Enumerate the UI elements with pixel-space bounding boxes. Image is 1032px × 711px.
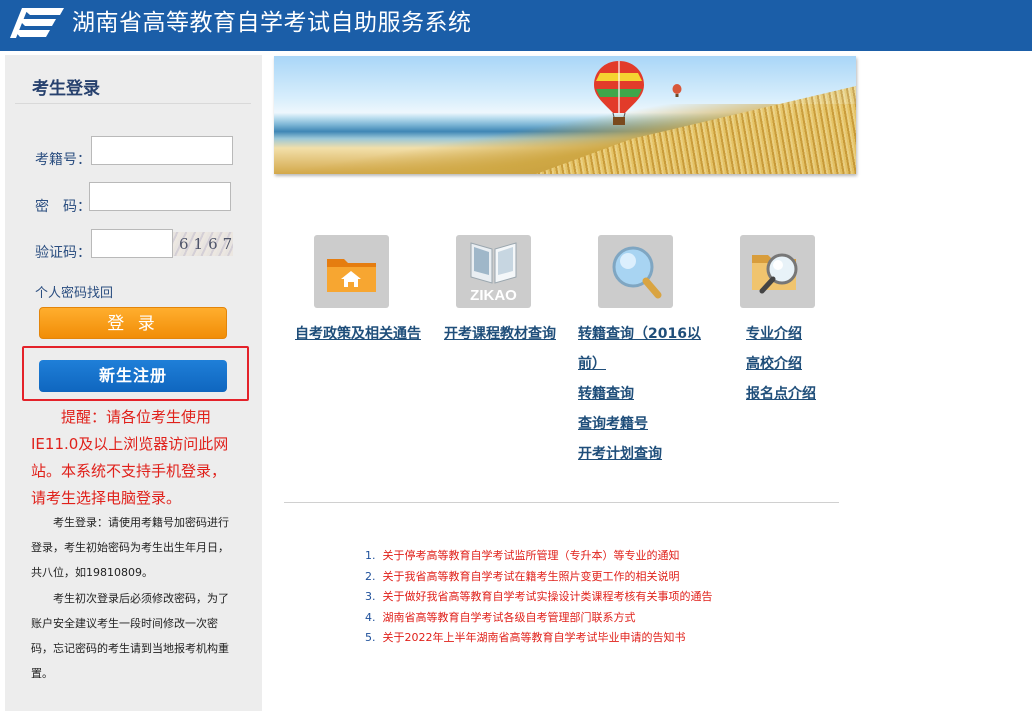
captcha-image[interactable]: 6167 bbox=[173, 232, 233, 256]
transfer-query-before-2016-link-cont[interactable]: 前） bbox=[578, 349, 606, 379]
major-tile[interactable] bbox=[740, 235, 815, 308]
content-divider bbox=[284, 502, 839, 503]
news-item[interactable]: 1. 关于停考高等教育自学考试监所管理（专升本）等专业的通知 bbox=[365, 546, 713, 567]
news-number: 5. bbox=[365, 631, 376, 644]
folder-search-icon bbox=[752, 253, 798, 294]
captcha-label: 验证码： bbox=[35, 245, 91, 261]
transfer-query-link[interactable]: 转籍查询 bbox=[578, 379, 634, 409]
login-title: 考生登录 bbox=[32, 79, 100, 99]
exam-logo-icon bbox=[10, 8, 64, 38]
folder-home-icon bbox=[327, 259, 376, 292]
news-number: 2. bbox=[365, 569, 376, 583]
zikao-book-icon: ZIKAO bbox=[470, 242, 517, 304]
policy-notice-link[interactable]: 自考政策及相关通告 bbox=[295, 319, 421, 349]
college-intro-link[interactable]: 高校介绍 bbox=[746, 349, 802, 379]
password-label: 密 码： bbox=[35, 199, 91, 215]
major-intro-link[interactable]: 专业介绍 bbox=[746, 319, 802, 349]
news-item[interactable]: 3. 关于做好我省高等教育自学考试实操设计类课程考核有关事项的通告 bbox=[365, 587, 713, 608]
news-item[interactable]: 5. 关于2022年上半年湖南省高等教育自学考试毕业申请的告知书 bbox=[365, 628, 713, 649]
password-input[interactable] bbox=[89, 182, 231, 211]
hot-air-balloon-icon bbox=[594, 61, 644, 125]
news-title[interactable]: 关于我省高等教育自学考试在籍考生照片变更工作的相关说明 bbox=[383, 570, 680, 583]
transfer-tile[interactable] bbox=[598, 235, 673, 308]
small-balloon-icon bbox=[672, 84, 682, 97]
login-divider bbox=[15, 103, 251, 104]
login-sidebar: 考生登录 考籍号： 密 码： 验证码： 6167 个人密码找回 登 录 新生注册… bbox=[5, 55, 262, 711]
news-title[interactable]: 湖南省高等教育自学考试各级自考管理部门联系方式 bbox=[383, 611, 636, 624]
zikao-text: ZIKAO bbox=[470, 287, 517, 304]
transfer-query-before-2016-link[interactable]: 转籍查询（2016以 bbox=[578, 319, 701, 349]
news-title[interactable]: 关于停考高等教育自学考试监所管理（专升本）等专业的通知 bbox=[383, 549, 680, 562]
exam-no-input[interactable] bbox=[91, 136, 233, 165]
exam-number-query-link[interactable]: 查询考籍号 bbox=[578, 409, 648, 439]
login-help-text: 考生登录：请使用考籍号加密码进行登录，考生初始密码为考生出生年月日，共八位，如1… bbox=[31, 516, 229, 579]
policy-tile[interactable] bbox=[314, 235, 389, 308]
news-title[interactable]: 关于2022年上半年湖南省高等教育自学考试毕业申请的告知书 bbox=[383, 631, 686, 644]
news-item[interactable]: 2. 关于我省高等教育自学考试在籍考生照片变更工作的相关说明 bbox=[365, 567, 713, 588]
browser-notice: 提醒：请各位考生使用IE11.0及以上浏览器访问此网站。本系统不支持手机登录，请… bbox=[31, 408, 229, 507]
captcha-input[interactable] bbox=[91, 229, 173, 258]
course-textbook-link[interactable]: 开考课程教材查询 bbox=[444, 319, 556, 349]
forgot-password-link[interactable]: 个人密码找回 bbox=[35, 282, 113, 301]
news-number: 3. bbox=[365, 590, 376, 603]
password-help-text: 考生初次登录后必须修改密码，为了账户安全建议考生一段时间修改一次密码，忘记密码的… bbox=[31, 592, 229, 680]
news-title[interactable]: 关于做好我省高等教育自学考试实操设计类课程考核有关事项的通告 bbox=[383, 590, 713, 603]
textbook-tile[interactable]: ZIKAO bbox=[456, 235, 531, 308]
news-number: 1. bbox=[365, 549, 376, 562]
exam-no-label: 考籍号： bbox=[35, 152, 91, 168]
registration-site-intro-link[interactable]: 报名点介绍 bbox=[746, 379, 816, 409]
news-item[interactable]: 4. 湖南省高等教育自学考试各级自考管理部门联系方式 bbox=[365, 608, 713, 629]
register-button[interactable]: 新生注册 bbox=[39, 360, 227, 392]
magnifier-icon bbox=[612, 246, 662, 299]
login-button[interactable]: 登 录 bbox=[39, 307, 227, 339]
banner-image bbox=[274, 56, 856, 174]
exam-plan-query-link[interactable]: 开考计划查询 bbox=[578, 439, 662, 469]
header-bar: 湖南省高等教育自学考试自助服务系统 bbox=[0, 0, 1032, 51]
news-list: 1. 关于停考高等教育自学考试监所管理（专升本）等专业的通知 2. 关于我省高等… bbox=[365, 546, 713, 649]
site-title: 湖南省高等教育自学考试自助服务系统 bbox=[72, 10, 472, 36]
news-number: 4. bbox=[365, 610, 376, 624]
